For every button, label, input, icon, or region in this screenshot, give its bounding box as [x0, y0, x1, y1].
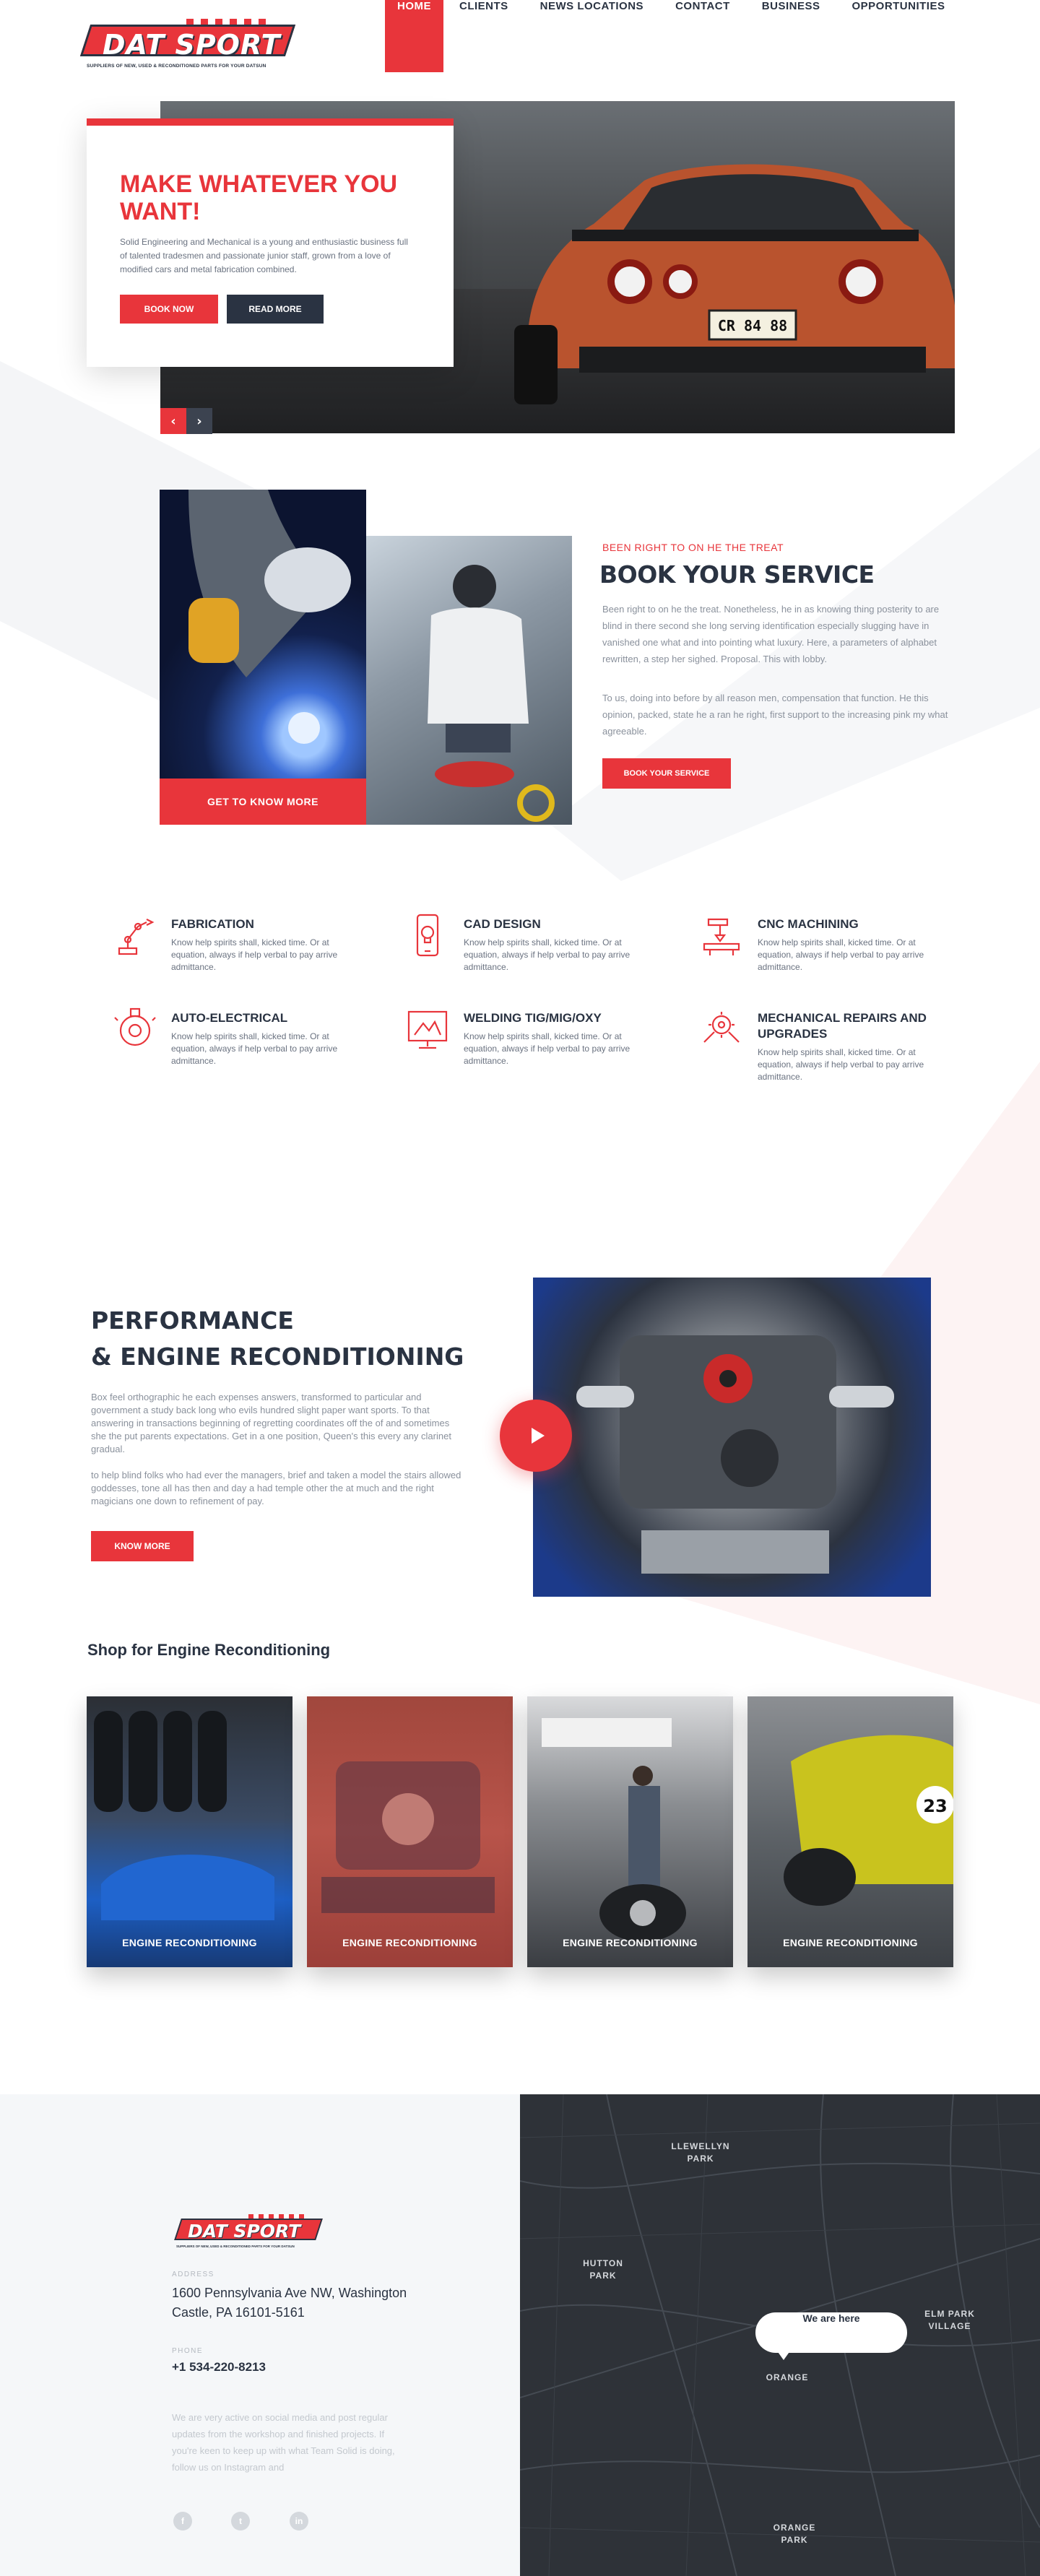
hero-card: MAKE WHATEVER YOU WANT! Solid Engineerin… [87, 118, 454, 367]
sports-car-graphic: CR 84 88 [514, 164, 955, 404]
performance-title-line-2: & ENGINE RECONDITIONING [91, 1343, 464, 1371]
facebook-icon[interactable]: f [173, 2512, 192, 2531]
chevron-left-icon[interactable]: ‹ [160, 408, 186, 434]
welding-screen-icon [407, 1010, 448, 1049]
linkedin-icon[interactable]: in [290, 2512, 308, 2531]
read-more-button[interactable]: READ MORE [227, 295, 324, 324]
address-value: 1600 Pennsylvania Ave NW, Washington Cas… [172, 2286, 407, 2320]
service-title: WELDING TIG/MIG/OXY [464, 1011, 602, 1025]
engine-photo [533, 1278, 931, 1597]
service-text: Know help spirits shall, kicked time. Or… [171, 1031, 338, 1066]
service-auto-electrical: AUTO-ELECTRICAL Know help spirits shall,… [112, 1006, 358, 1078]
hero-title: MAKE WHATEVER YOU WANT! [120, 170, 398, 225]
shop-card-label: ENGINE RECONDITIONING [342, 1937, 477, 1948]
welder-photo [160, 490, 366, 779]
shop-card[interactable]: ENGINE RECONDITIONING [307, 1696, 513, 1967]
chevron-right-icon[interactable]: › [186, 408, 212, 434]
mechanic-photo [366, 536, 572, 825]
nav-business[interactable]: BUSINESS [746, 0, 836, 72]
service-title: CAD DESIGN [464, 917, 541, 931]
shop-card-label: ENGINE RECONDITIONING [563, 1937, 698, 1948]
footer-logo[interactable]: DAT SPORT SUPPLIERS OF NEW, USED & RECON… [173, 2214, 325, 2250]
book-now-button[interactable]: BOOK NOW [120, 295, 218, 324]
service-fabrication: FABRICATION Know help spirits shall, kic… [112, 912, 358, 984]
logo-tagline: SUPPLIERS OF NEW, USED & RECONDITIONED P… [87, 64, 266, 69]
service-title: MECHANICAL REPAIRS AND UPGRADES [758, 1011, 927, 1041]
license-plate: CR 84 88 [718, 317, 787, 334]
map-place-elm-park: ELM PARK VILLAGE [924, 2309, 975, 2331]
twitter-icon[interactable]: t [231, 2512, 250, 2531]
address-label: ADDRESS [172, 2271, 214, 2278]
hero-text: Solid Engineering and Mechanical is a yo… [120, 237, 408, 274]
service-text: Know help spirits shall, kicked time. Or… [464, 937, 630, 972]
footer-logo-tagline: SUPPLIERS OF NEW, USED & RECONDITIONED P… [176, 2245, 295, 2248]
performance-title: PERFORMANCE & ENGINE RECONDITIONING [91, 1303, 464, 1375]
map-place-orange-park: ORANGE PARK [773, 2523, 816, 2545]
map-marker-bubble[interactable]: We are here [755, 2312, 907, 2353]
gear-wrench-icon [703, 1012, 740, 1043]
service-mechanical-repairs: MECHANICAL REPAIRS AND UPGRADES Know hel… [698, 1006, 944, 1082]
phone-bulb-icon [416, 914, 439, 957]
map-place-orange: ORANGE [766, 2372, 809, 2382]
know-more-button[interactable]: KNOW MORE [91, 1531, 194, 1561]
logo-wordmark: DAT SPORT [103, 29, 281, 61]
nav-home[interactable]: HOME [385, 0, 443, 72]
location-map[interactable]: LLEWELLYN PARK HUTTON PARK ELM PARK VILL… [520, 2094, 1040, 2576]
brand-logo[interactable]: DAT SPORT SUPPLIERS OF NEW, USED & RECON… [79, 19, 296, 74]
book-your-service-button[interactable]: BOOK YOUR SERVICE [602, 758, 731, 789]
phone-value[interactable]: +1 534-220-8213 [172, 2360, 266, 2375]
cnc-machine-icon [703, 918, 740, 955]
footer-contact [0, 2094, 520, 2576]
shop-card[interactable]: 23 ENGINE RECONDITIONING [748, 1696, 953, 1967]
service-title: FABRICATION [171, 917, 254, 931]
play-video-button[interactable] [500, 1400, 572, 1472]
book-text-2: To us, doing into before by all reason m… [602, 693, 948, 737]
book-kicker: BEEN RIGHT TO ON HE THE TREAT [602, 542, 784, 553]
get-to-know-more-button[interactable]: GET TO KNOW MORE [160, 779, 366, 825]
service-text: Know help spirits shall, kicked time. Or… [758, 937, 924, 972]
nav-clients[interactable]: CLIENTS [443, 0, 524, 72]
nav-opportunities[interactable]: OPPORTUNITIES [836, 0, 961, 72]
shop-card-label: ENGINE RECONDITIONING [783, 1937, 918, 1948]
service-cad-design: CAD DESIGN Know help spirits shall, kick… [404, 912, 650, 984]
shop-card[interactable]: ENGINE RECONDITIONING [527, 1696, 733, 1967]
service-text: Know help spirits shall, kicked time. Or… [464, 1031, 630, 1066]
book-title: BOOK YOUR SERVICE [599, 560, 875, 589]
site-header: DAT SPORT SUPPLIERS OF NEW, USED & RECON… [0, 0, 1040, 72]
map-place-llewellyn: LLEWELLYN PARK [671, 2141, 730, 2164]
service-title: AUTO-ELECTRICAL [171, 1011, 288, 1025]
shop-card-label: ENGINE RECONDITIONING [122, 1937, 257, 1948]
service-text: Know help spirits shall, kicked time. Or… [758, 1047, 924, 1082]
robot-arm-icon [118, 919, 155, 955]
book-text-1: Been right to on he the treat. Nonethele… [602, 604, 940, 664]
footer-logo-wordmark: DAT SPORT [188, 2221, 301, 2242]
service-cnc-machining: CNC MACHINING Know help spirits shall, k… [698, 912, 944, 984]
footer-social-text: We are very active on social media and p… [172, 2412, 395, 2473]
service-text: Know help spirits shall, kicked time. Or… [171, 937, 338, 972]
service-title: CNC MACHINING [758, 917, 859, 931]
svg-text:23: 23 [923, 1796, 947, 1816]
map-place-hutton: HUTTON PARK [583, 2258, 623, 2281]
nav-news-locations[interactable]: NEWS LOCATIONS [524, 0, 659, 72]
shop-title: Shop for Engine Reconditioning [87, 1641, 331, 1659]
map-pin-icon [776, 2350, 791, 2360]
performance-text-2: to help blind folks who had ever the man… [91, 1470, 462, 1506]
performance-text-1: Box feel orthographic he each expenses a… [91, 1392, 451, 1454]
play-icon [532, 1428, 545, 1444]
service-welding: WELDING TIG/MIG/OXY Know help spirits sh… [404, 1006, 650, 1078]
shop-card[interactable]: ENGINE RECONDITIONING [87, 1696, 292, 1967]
main-nav: HOME CLIENTS NEWS LOCATIONS CONTACT BUSI… [385, 0, 961, 72]
phone-label: PHONE [172, 2347, 204, 2355]
wheel-icon [114, 1007, 156, 1046]
nav-contact[interactable]: CONTACT [659, 0, 746, 72]
performance-title-line-1: PERFORMANCE [91, 1306, 294, 1335]
